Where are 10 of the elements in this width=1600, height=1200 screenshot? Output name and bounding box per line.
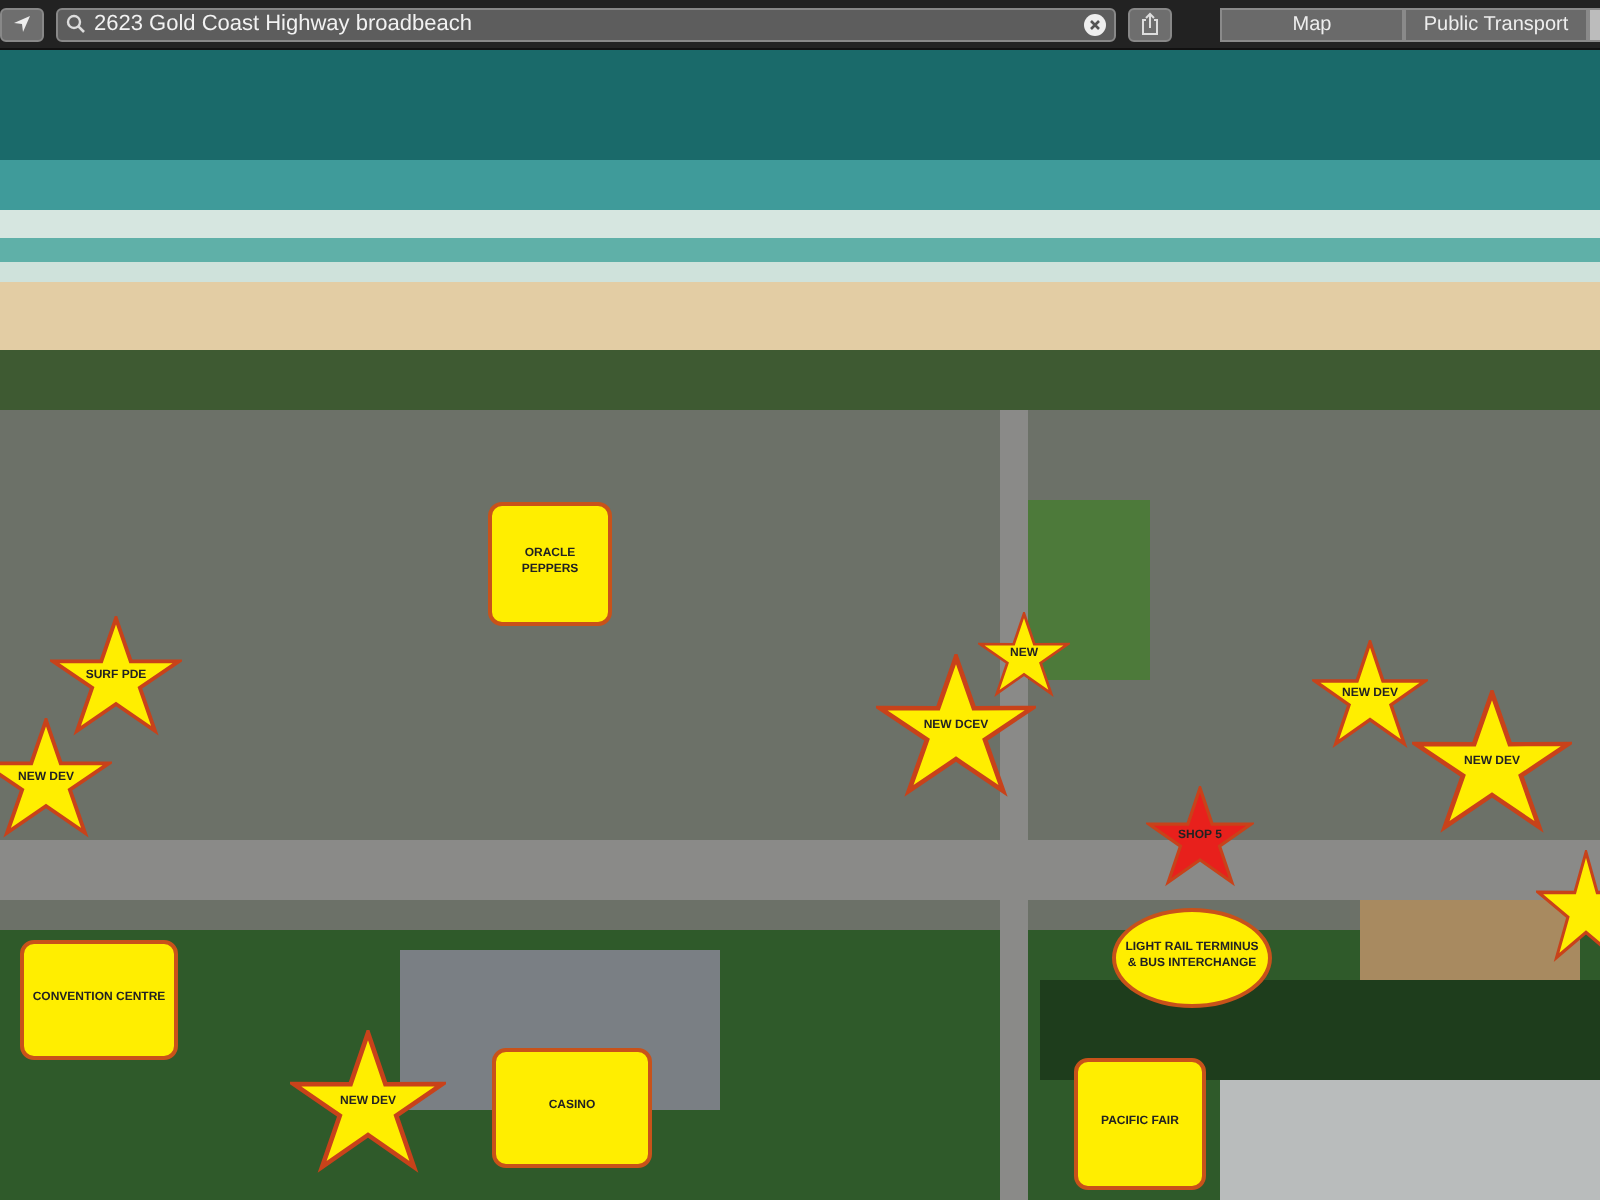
location-button[interactable] bbox=[0, 7, 44, 41]
search-field[interactable]: 2623 Gold Coast Highway broadbeach bbox=[56, 7, 1116, 41]
share-button[interactable] bbox=[1128, 7, 1172, 41]
clear-icon[interactable] bbox=[1084, 13, 1106, 35]
search-icon bbox=[66, 14, 86, 34]
search-input[interactable]: 2623 Gold Coast Highway broadbeach bbox=[94, 9, 1076, 39]
share-icon bbox=[1140, 12, 1160, 36]
map-mode-tab[interactable]: Map bbox=[1220, 7, 1404, 41]
map-mode-tab[interactable]: Public Transport bbox=[1404, 7, 1588, 41]
location-arrow-icon bbox=[12, 14, 32, 34]
